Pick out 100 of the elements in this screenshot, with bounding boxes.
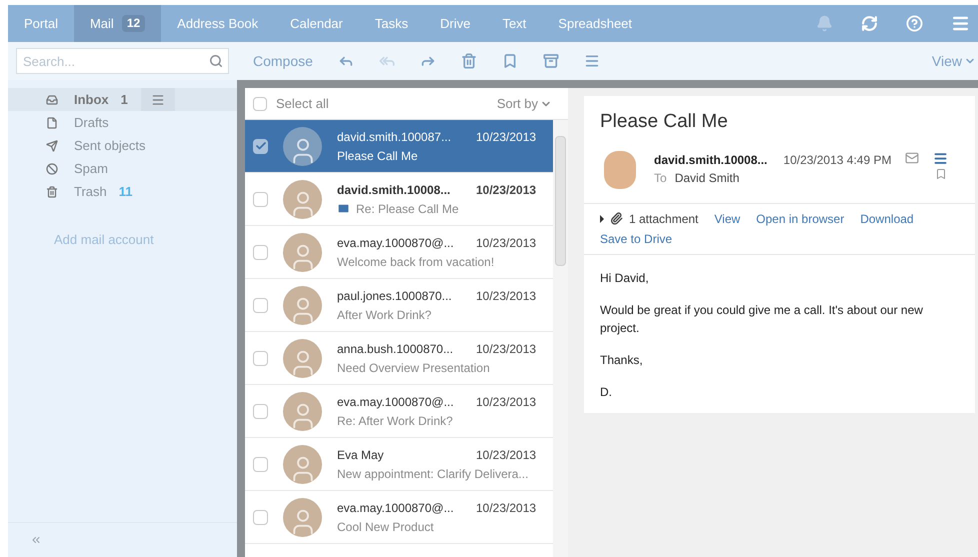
nav-tab-label: Drive <box>440 14 470 33</box>
menu-icon <box>150 92 165 106</box>
notifications-icon[interactable] <box>816 15 833 32</box>
sort-by-dropdown[interactable]: Sort by <box>496 94 560 114</box>
recipient-name: David Smith <box>674 170 740 186</box>
search-field[interactable]: Search... <box>16 48 229 74</box>
nav-tab[interactable]: Drive <box>424 5 486 42</box>
message-date: 10/23/2013 <box>476 446 536 464</box>
search-icon[interactable] <box>209 54 223 68</box>
help-icon[interactable] <box>906 15 923 32</box>
nav-tab-label: Text <box>502 14 526 33</box>
message-checkbox[interactable] <box>253 350 268 366</box>
message-body-paragraph: D. <box>600 384 613 400</box>
avatar <box>283 180 322 218</box>
nav-tab-label: Portal <box>24 14 58 33</box>
folder-count: 11 <box>118 182 132 201</box>
attachment-link[interactable]: Download <box>860 210 914 228</box>
more-icon[interactable] <box>584 53 600 69</box>
nav-tab[interactable]: Spreadsheet <box>542 5 648 42</box>
unread-count-badge: 12 <box>122 15 146 32</box>
message-date: 10/23/2013 <box>476 394 536 410</box>
folder-menu-button[interactable] <box>140 88 175 111</box>
folder-label: Inbox <box>74 90 109 109</box>
folder-item[interactable]: Sent objects <box>8 134 237 157</box>
nav-tab[interactable]: Address Book <box>161 5 274 42</box>
message-sender: paul.jones.1000870... <box>337 288 453 304</box>
compose-button[interactable]: Compose <box>253 50 313 72</box>
message-checkbox[interactable] <box>253 138 268 154</box>
avatar <box>283 444 322 484</box>
message-subject: New appointment: Clarify Delivera... <box>337 466 528 482</box>
paperclip-icon <box>610 212 623 225</box>
folder-item[interactable]: Drafts <box>8 111 237 134</box>
message-sender: anna.bush.1000870... <box>337 340 454 358</box>
archive-icon[interactable] <box>542 53 559 69</box>
message-checkbox[interactable] <box>253 404 268 418</box>
nav-tab[interactable]: Mail 12 <box>74 5 162 42</box>
drafts-folder-icon <box>46 116 58 128</box>
collapse-sidebar-icon[interactable] <box>30 534 42 546</box>
nav-tab-label: Spreadsheet <box>558 14 632 33</box>
message-body-paragraph: Would be great if you could give me a call. It's about our new project. <box>600 302 924 336</box>
nav-tab-label: Tasks <box>374 14 408 33</box>
message-sender: eva.may.1000870@... <box>337 500 455 516</box>
message-date: 10/23/2013 <box>476 288 536 304</box>
message-checkbox[interactable] <box>253 192 268 206</box>
view-dropdown[interactable]: View <box>932 50 978 72</box>
message-date: 10/23/2013 <box>476 182 536 198</box>
folder-item[interactable]: Inbox 1 <box>8 88 237 111</box>
inbox-folder-icon <box>46 94 58 106</box>
menu-icon[interactable] <box>951 14 970 33</box>
add-mail-account-link[interactable]: Add mail account <box>8 230 237 250</box>
message-subject: Re: Please Call Me <box>356 200 459 218</box>
message-subject: Cool New Product <box>337 518 434 536</box>
expand-arrow-icon[interactable] <box>600 214 604 222</box>
message-row[interactable]: david.smith.100087... 10/23/2013 Please Call Me <box>245 120 553 173</box>
folder-item[interactable]: Trash 11 <box>8 180 237 203</box>
message-checkbox[interactable] <box>253 510 268 524</box>
sender-avatar <box>604 150 636 188</box>
message-date: 10/23/2013 <box>476 340 536 358</box>
attachment-link[interactable]: View <box>714 210 740 228</box>
folder-item[interactable]: Spam <box>8 157 237 180</box>
message-date: 10/23/2013 <box>476 234 536 252</box>
message-sender: eva.may.1000870@... <box>337 394 455 410</box>
message-sender: david.smith.10008... <box>337 182 452 198</box>
sender-name: david.smith.10008... <box>654 152 768 168</box>
message-subject: After Work Drink? <box>337 306 432 324</box>
trash-folder-icon <box>46 186 58 198</box>
folder-label: Drafts <box>74 114 109 132</box>
message-sender: david.smith.100087... <box>337 128 452 146</box>
message-checkbox[interactable] <box>253 244 268 260</box>
attachment-link[interactable]: Save to Drive <box>600 230 672 248</box>
check-icon <box>254 140 266 152</box>
refresh-icon[interactable] <box>861 15 878 32</box>
select-all-checkbox[interactable] <box>253 96 267 110</box>
folder-label: Trash <box>74 182 107 201</box>
message-date: 10/23/2013 <box>476 500 536 516</box>
bookmark-icon[interactable] <box>934 168 947 180</box>
avatar <box>283 392 322 430</box>
nav-tab-label: Address Book <box>177 14 258 33</box>
nav-tab[interactable]: Tasks <box>358 5 424 42</box>
select-all-label: Select all <box>276 94 329 113</box>
folder-label: Spam <box>74 160 108 178</box>
attachment-count: 1 attachment <box>629 210 698 228</box>
avatar <box>283 126 322 166</box>
sent-folder-icon <box>46 140 58 152</box>
delete-icon[interactable] <box>460 53 477 69</box>
message-subject: Re: After Work Drink? <box>337 412 453 430</box>
nav-tab[interactable]: Text <box>486 5 542 42</box>
message-datetime: 10/23/2013 4:49 PM <box>783 152 892 168</box>
message-checkbox[interactable] <box>253 456 268 472</box>
nav-tab[interactable]: Calendar <box>274 5 359 42</box>
avatar <box>283 286 322 324</box>
avatar <box>283 232 322 272</box>
menu-icon[interactable] <box>933 150 948 166</box>
attachment-link[interactable]: Open in browser <box>756 210 844 228</box>
message-checkbox[interactable] <box>253 298 268 312</box>
message-title: Please Call Me <box>599 110 729 134</box>
envelope-icon[interactable] <box>905 150 920 164</box>
message-body-paragraph: Thanks, <box>600 352 644 368</box>
nav-tab[interactable]: Portal <box>8 5 74 42</box>
to-label: To <box>654 170 667 186</box>
